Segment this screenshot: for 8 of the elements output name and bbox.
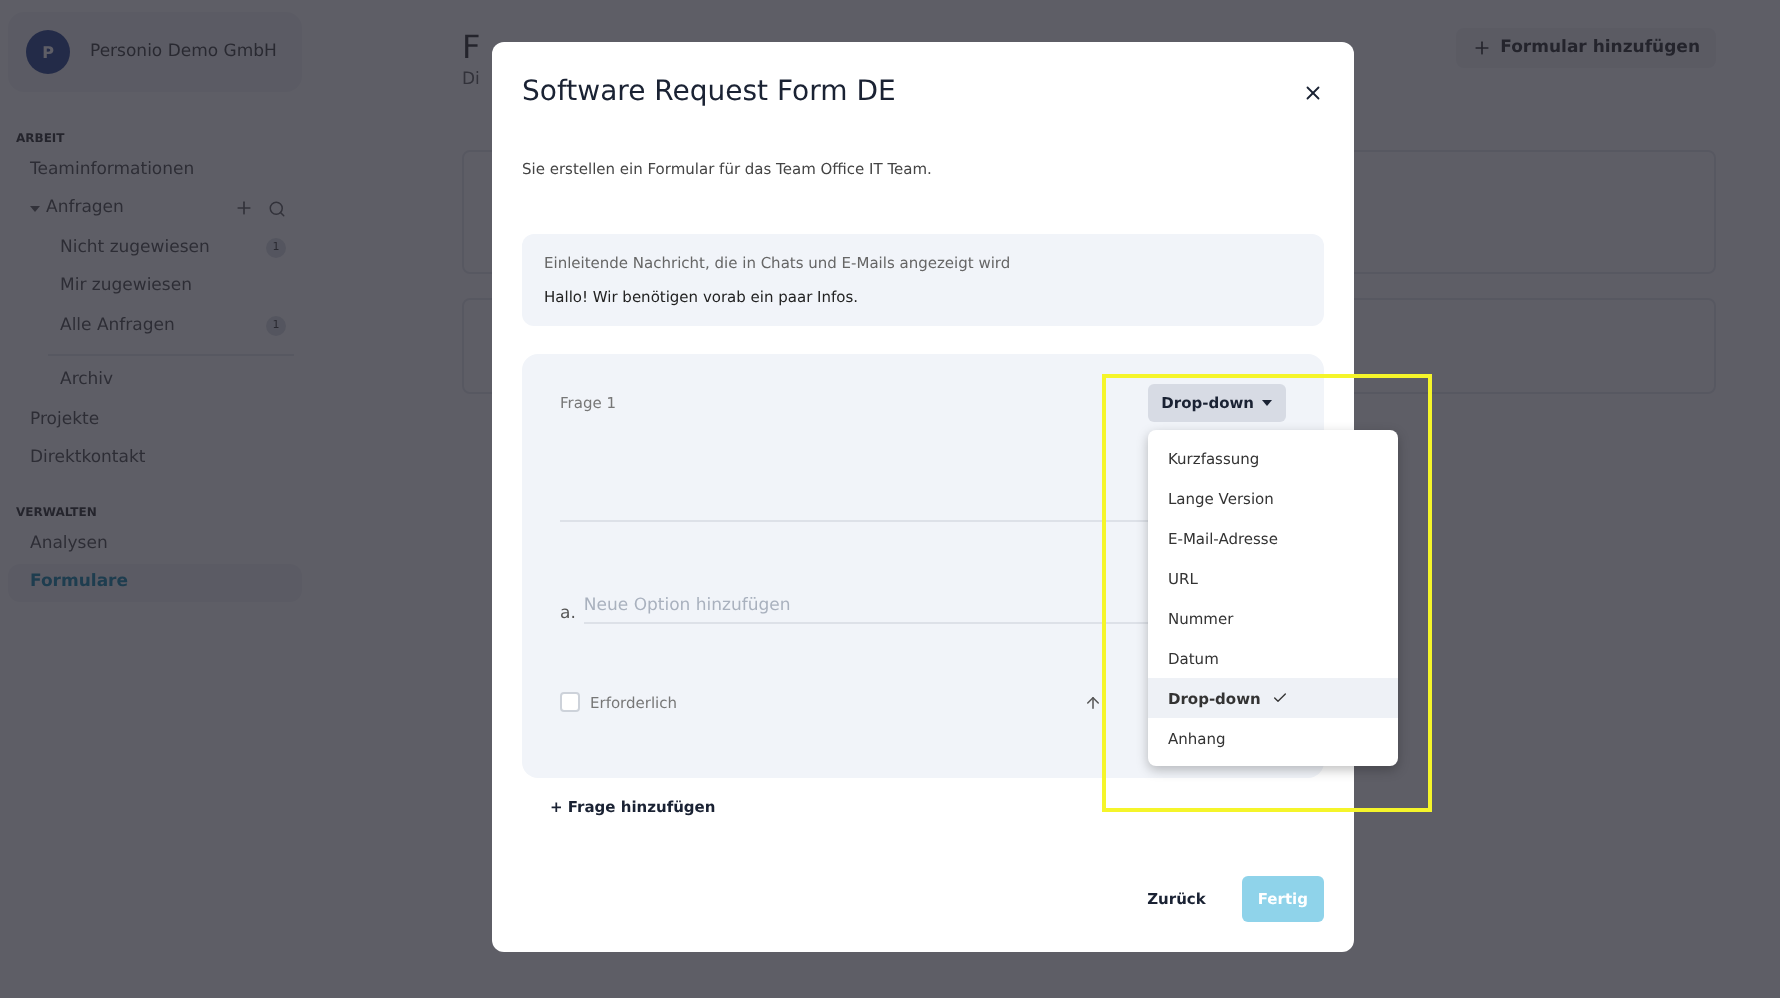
- caret-down-icon: [1262, 400, 1272, 406]
- required-checkbox[interactable]: [560, 692, 580, 712]
- option-marker: a.: [560, 604, 576, 624]
- dialog-title: Software Request Form DE: [522, 76, 896, 108]
- page-title: F: [462, 28, 481, 66]
- close-icon[interactable]: [1302, 81, 1324, 103]
- check-icon: [1272, 690, 1289, 706]
- arrow-up-icon[interactable]: [1084, 693, 1102, 711]
